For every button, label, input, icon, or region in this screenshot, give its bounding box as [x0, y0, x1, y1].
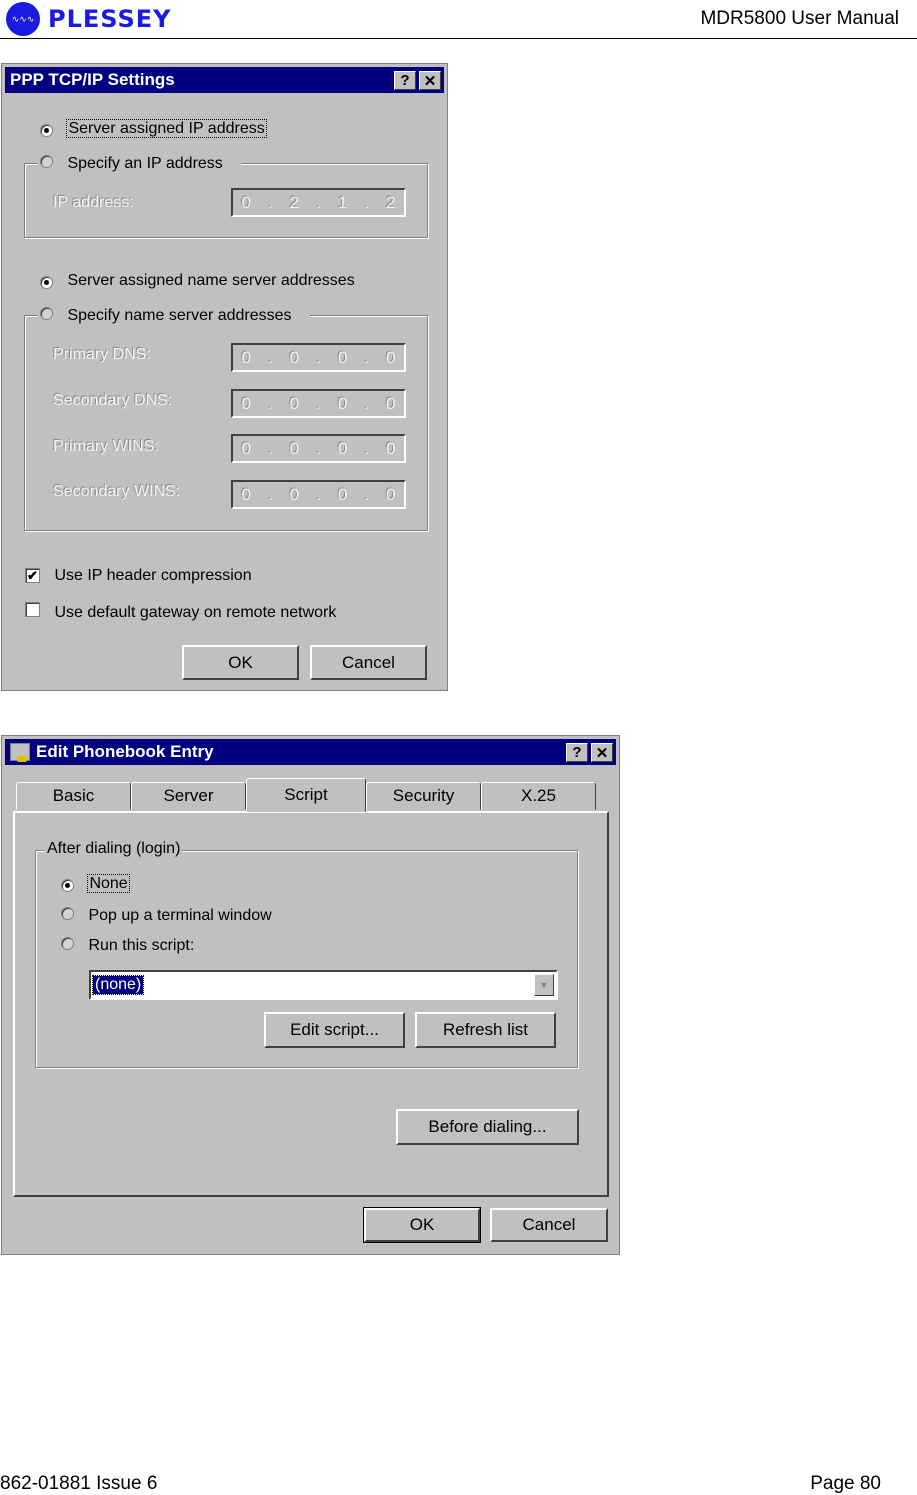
checkbox-ip-header-compression[interactable]: ✔ Use IP header compression: [25, 567, 252, 585]
edit-script-button[interactable]: Edit script...: [264, 1012, 405, 1048]
radio-label: Server assigned name server addresses: [67, 272, 355, 289]
dialog-title: Edit Phonebook Entry: [36, 742, 214, 761]
radio-specify-ip[interactable]: Specify an IP address: [38, 155, 241, 173]
tab-security[interactable]: Security: [366, 782, 481, 810]
checkbox-label: Use IP header compression: [54, 567, 252, 584]
radio-button[interactable]: [40, 307, 53, 320]
octet: 0: [386, 484, 396, 504]
radio-server-assigned-ip[interactable]: Server assigned IP address: [40, 119, 267, 138]
checkbox[interactable]: ✔: [25, 568, 40, 583]
secondary-wins-field[interactable]: 0. 0. 0. 0: [231, 480, 406, 509]
radio-button[interactable]: [40, 124, 53, 137]
tab-x25[interactable]: X.25: [481, 782, 596, 810]
close-button[interactable]: ✕: [591, 743, 613, 762]
ip-address-label: IP address:: [53, 194, 134, 211]
octet: 0: [337, 438, 348, 458]
octet: 2: [289, 192, 300, 212]
octet: 0: [241, 192, 251, 212]
octet: 0: [241, 438, 251, 458]
help-button[interactable]: ?: [394, 71, 416, 90]
script-tab-panel: After dialing (login) None Pop up a term…: [13, 811, 609, 1197]
radio-terminal-window[interactable]: Pop up a terminal window: [61, 907, 272, 925]
document-title: MDR5800 User Manual: [700, 8, 899, 29]
plessey-logo: ∿∿∿ PLESSEY: [6, 2, 172, 36]
tab-basic[interactable]: Basic: [16, 782, 131, 810]
logo-text: PLESSEY: [48, 5, 172, 33]
radio-button[interactable]: [61, 937, 74, 950]
page-number: Page 80: [810, 1473, 881, 1494]
octet: 1: [337, 192, 348, 212]
radio-none[interactable]: None: [61, 874, 130, 893]
ok-button[interactable]: OK: [363, 1207, 481, 1243]
group-label: After dialing (login): [45, 840, 183, 858]
radio-label: Specify an IP address: [67, 155, 223, 172]
octet: 2: [386, 192, 396, 212]
octet: 0: [289, 393, 300, 413]
radio-label: Pop up a terminal window: [88, 907, 272, 924]
edit-phonebook-entry-dialog: Edit Phonebook Entry ? ✕ Basic Server Sc…: [1, 735, 620, 1255]
octet: 0: [241, 484, 251, 504]
primary-wins-field[interactable]: 0. 0. 0. 0: [231, 434, 406, 463]
primary-wins-label: Primary WINS:: [53, 438, 159, 455]
radio-label: Specify name server addresses: [67, 307, 292, 324]
cancel-button[interactable]: Cancel: [310, 645, 427, 680]
checkbox[interactable]: [25, 602, 40, 617]
radio-button[interactable]: [61, 907, 74, 920]
octet: 0: [386, 347, 396, 367]
chevron-down-icon[interactable]: ▼: [534, 974, 554, 996]
dialog-titlebar: PPP TCP/IP Settings ? ✕: [5, 67, 444, 93]
secondary-wins-label: Secondary WINS:: [53, 483, 181, 500]
cancel-button[interactable]: Cancel: [490, 1208, 608, 1242]
header-divider: [0, 38, 917, 39]
octet: 0: [337, 347, 348, 367]
octet: 0: [241, 393, 251, 413]
phonebook-icon: [10, 743, 30, 762]
tab-server[interactable]: Server: [131, 782, 246, 810]
octet: 0: [289, 484, 300, 504]
ok-button[interactable]: OK: [182, 645, 299, 680]
secondary-dns-label: Secondary DNS:: [53, 392, 173, 409]
radio-specify-ns[interactable]: Specify name server addresses: [38, 307, 310, 325]
dialog-titlebar: Edit Phonebook Entry ? ✕: [5, 739, 616, 765]
checkbox-label: Use default gateway on remote network: [54, 604, 337, 621]
radio-label: None: [87, 874, 130, 893]
radio-run-script[interactable]: Run this script:: [61, 937, 194, 955]
refresh-list-button[interactable]: Refresh list: [415, 1012, 556, 1048]
ip-address-field[interactable]: 0. 2. 1. 2: [231, 188, 406, 217]
octet: 0: [241, 347, 251, 367]
octet: 0: [289, 347, 300, 367]
dialog-title: PPP TCP/IP Settings: [10, 70, 175, 89]
close-button[interactable]: ✕: [419, 71, 441, 90]
tab-script[interactable]: Script: [246, 778, 366, 812]
checkbox-default-gateway[interactable]: Use default gateway on remote network: [25, 602, 336, 622]
radio-button[interactable]: [61, 879, 74, 892]
before-dialing-button[interactable]: Before dialing...: [396, 1109, 579, 1145]
radio-label: Run this script:: [88, 937, 195, 954]
octet: 0: [337, 393, 348, 413]
primary-dns-field[interactable]: 0. 0. 0. 0: [231, 343, 406, 372]
primary-dns-label: Primary DNS:: [53, 346, 151, 363]
radio-label: Server assigned IP address: [66, 119, 267, 138]
radio-server-assigned-ns[interactable]: Server assigned name server addresses: [40, 272, 355, 290]
script-select-value: (none): [91, 975, 145, 995]
script-select[interactable]: (none) ▼: [89, 970, 558, 1000]
doc-number: 862-01881 Issue 6: [0, 1473, 158, 1494]
octet: 0: [386, 438, 396, 458]
octet: 0: [386, 393, 396, 413]
radio-button[interactable]: [40, 155, 53, 168]
waveform-icon: ∿∿∿: [6, 2, 40, 36]
ppp-tcpip-settings-dialog: PPP TCP/IP Settings ? ✕ Server assigned …: [1, 63, 448, 691]
radio-button[interactable]: [40, 276, 53, 289]
octet: 0: [289, 438, 300, 458]
secondary-dns-field[interactable]: 0. 0. 0. 0: [231, 389, 406, 418]
octet: 0: [337, 484, 348, 504]
help-button[interactable]: ?: [566, 743, 588, 762]
